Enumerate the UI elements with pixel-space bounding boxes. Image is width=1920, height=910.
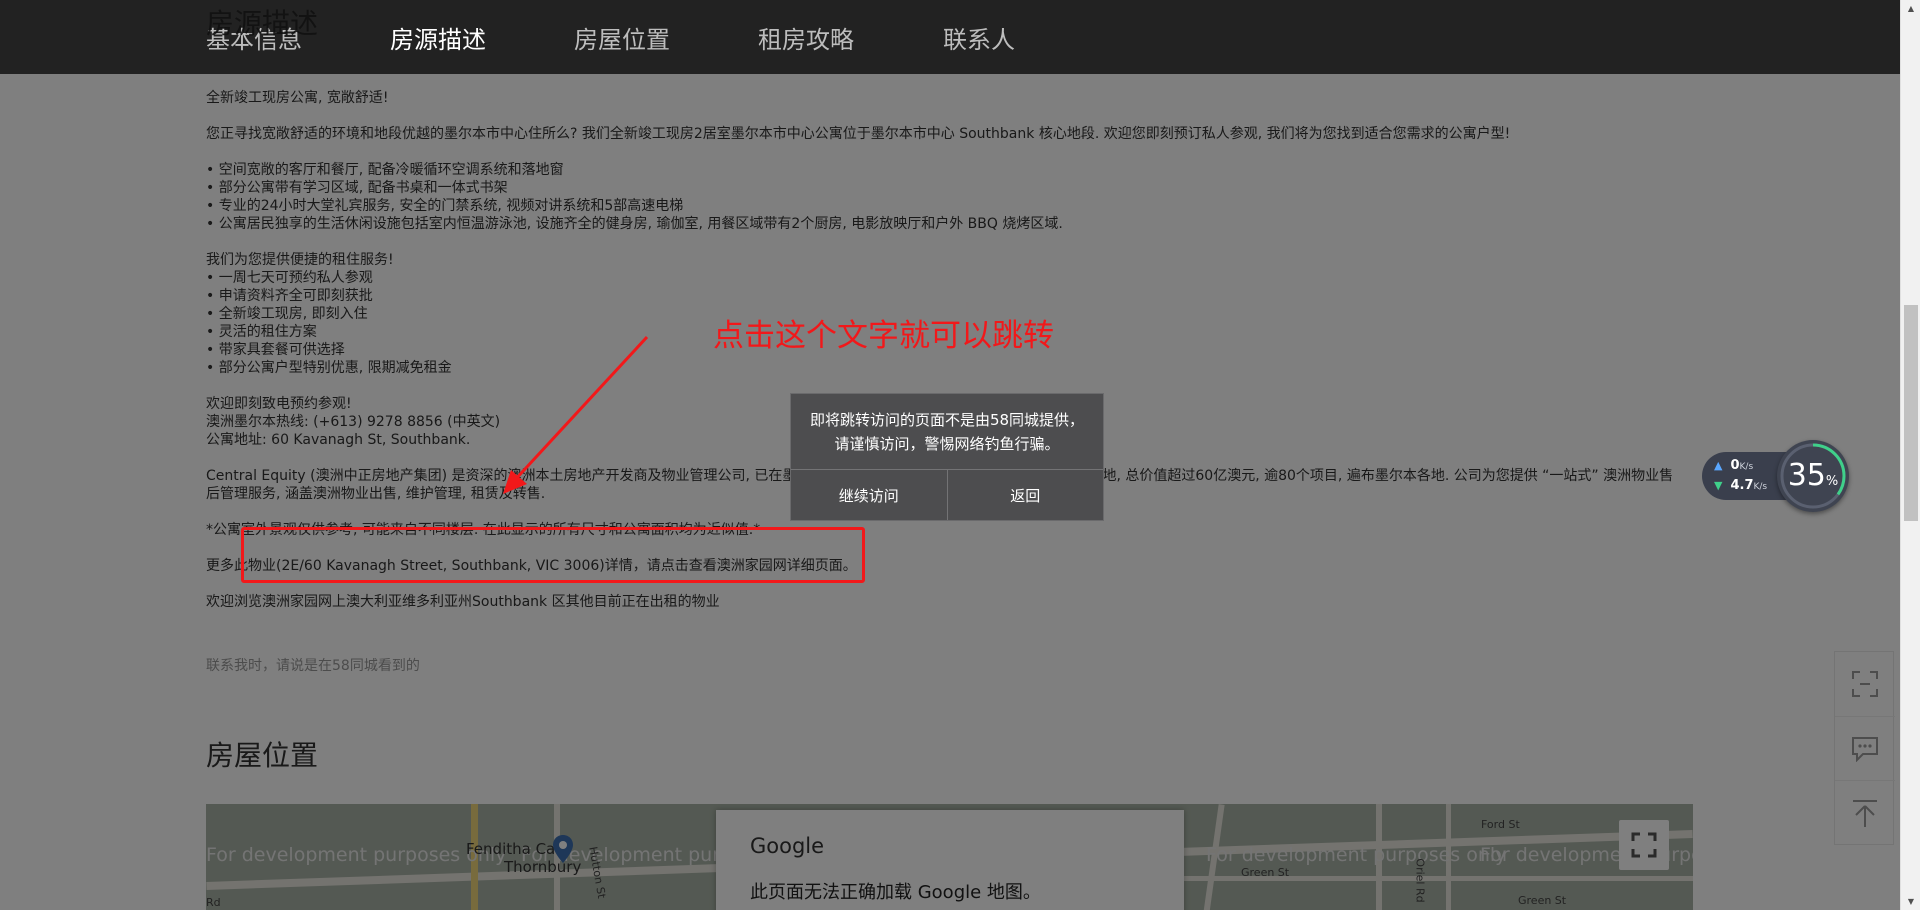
dialog-message-line: 即将跳转访问的页面不是由58同城提供， xyxy=(809,411,1085,429)
arrow-down-icon: ▼ xyxy=(1714,479,1723,492)
dialog-message-line: 请谨慎访问，警惕网络钓鱼行骗。 xyxy=(834,435,1060,453)
listing-page: 2E/60 Kavanagh Street, Southbank Vic 300… xyxy=(0,0,1900,910)
continue-button[interactable]: 继续访问 xyxy=(791,470,947,520)
upload-unit: K/s xyxy=(1739,462,1754,472)
back-button[interactable]: 返回 xyxy=(946,470,1104,520)
network-speed-widget[interactable]: ▲ 0K/s ▼ 4.7K/s 35% xyxy=(1702,440,1852,512)
scroll-down-arrow-icon[interactable]: ▼ xyxy=(1901,893,1920,910)
download-unit: K/s xyxy=(1753,482,1768,492)
external-link-warning-dialog: 即将跳转访问的页面不是由58同城提供， 请谨慎访问，警惕网络钓鱼行骗。 继续访问… xyxy=(790,393,1104,521)
scroll-up-arrow-icon[interactable]: ▲ xyxy=(1901,0,1920,17)
download-speed: ▼ 4.7K/s xyxy=(1714,478,1767,493)
arrow-up-icon: ▲ xyxy=(1714,459,1723,472)
download-value: 4.7 xyxy=(1730,478,1754,493)
usage-percent: 35% xyxy=(1777,458,1849,493)
scroll-thumb[interactable] xyxy=(1904,305,1918,521)
dialog-message: 即将跳转访问的页面不是由58同城提供， 请谨慎访问，警惕网络钓鱼行骗。 xyxy=(791,394,1103,470)
upload-speed: ▲ 0K/s xyxy=(1714,458,1753,473)
usage-percent-sign: % xyxy=(1825,474,1839,489)
annotation-highlight-box xyxy=(241,527,865,583)
upload-value: 0 xyxy=(1730,458,1740,473)
usage-percent-value: 35 xyxy=(1787,458,1826,493)
annotation-note: 点击这个文字就可以跳转 xyxy=(713,318,1054,354)
page-scrollbar[interactable]: ▲ ▼ xyxy=(1900,0,1920,910)
